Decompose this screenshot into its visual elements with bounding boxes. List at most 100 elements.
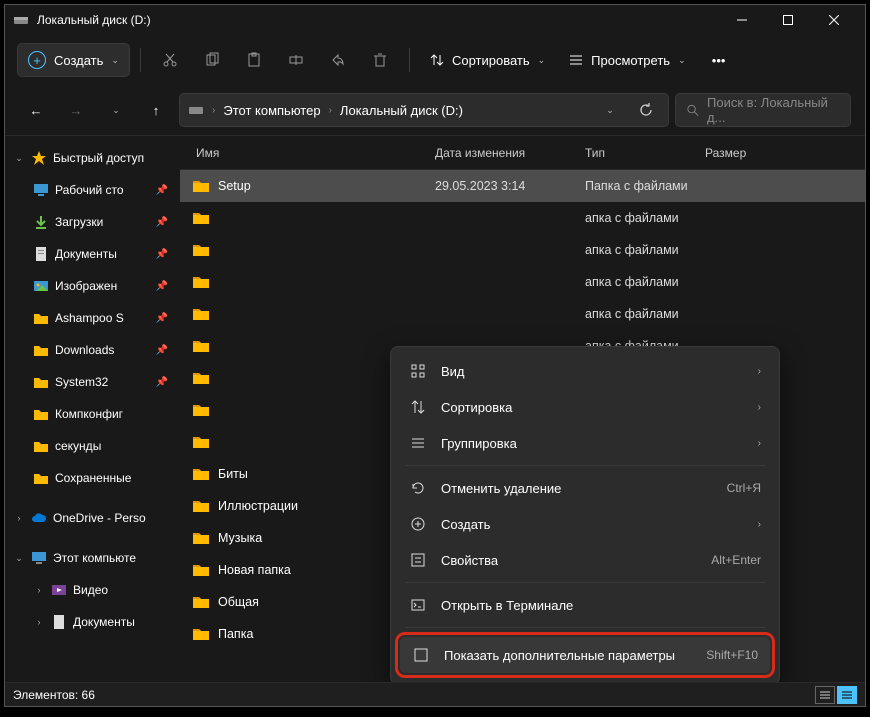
maximize-button[interactable] (765, 5, 811, 35)
share-button[interactable] (319, 43, 357, 77)
sidebar-item-system32[interactable]: System32📌 (7, 366, 178, 398)
view-dropdown[interactable]: Просмотреть ⌄ (559, 43, 695, 77)
column-size[interactable]: Размер (705, 146, 865, 160)
chevron-down-icon: ⌄ (13, 153, 25, 164)
up-button[interactable]: ↑ (139, 93, 173, 127)
table-row[interactable]: Setup29.05.2023 3:14Папка с файлами (180, 170, 865, 202)
paste-button[interactable] (235, 43, 273, 77)
cut-button[interactable] (151, 43, 189, 77)
sidebar-documents2[interactable]: › Документы (7, 606, 178, 638)
address-bar[interactable]: › Этот компьютер › Локальный диск (D:) ⌄ (179, 93, 669, 127)
status-bar: Элементов: 66 (5, 682, 865, 706)
breadcrumb-drive[interactable]: Локальный диск (D:) (340, 103, 463, 118)
sidebar-documents[interactable]: Документы📌 (7, 238, 178, 270)
breadcrumb-pc[interactable]: Этот компьютер (223, 103, 320, 118)
pin-icon: 📌 (156, 281, 168, 292)
pin-icon: 📌 (156, 217, 168, 228)
plus-icon (409, 515, 427, 533)
folder-icon (192, 275, 210, 289)
folder-icon (192, 371, 210, 385)
folder-icon (192, 627, 210, 641)
sidebar-onedrive[interactable]: › OneDrive - Perso (7, 502, 178, 534)
sidebar-item-ashampoo[interactable]: Ashampoo S📌 (7, 302, 178, 334)
back-button[interactable]: ← (19, 93, 53, 127)
ctx-new[interactable]: Создать › (397, 506, 773, 542)
view-details-button[interactable] (815, 686, 835, 704)
folder-icon (33, 406, 49, 422)
sidebar-desktop[interactable]: Рабочий сто📌 (7, 174, 178, 206)
folder-icon (192, 563, 210, 577)
sidebar-pictures[interactable]: Изображен📌 (7, 270, 178, 302)
new-button[interactable]: + Создать ⌄ (17, 43, 130, 77)
column-type[interactable]: Тип (585, 146, 705, 160)
sidebar-quick-access[interactable]: ⌄ Быстрый доступ (7, 142, 178, 174)
copy-button[interactable] (193, 43, 231, 77)
pin-icon: 📌 (156, 345, 168, 356)
folder-icon (192, 211, 210, 225)
sort-dropdown[interactable]: Сортировать ⌄ (420, 43, 555, 77)
sort-icon (409, 398, 427, 416)
ctx-undo[interactable]: Отменить удаление Ctrl+Я (397, 470, 773, 506)
cloud-icon (31, 510, 47, 526)
pin-icon: 📌 (156, 249, 168, 260)
rename-button[interactable] (277, 43, 315, 77)
sort-icon (430, 53, 444, 67)
search-input[interactable]: Поиск в: Локальный д... (675, 93, 851, 127)
pin-icon: 📌 (156, 377, 168, 388)
chevron-right-icon: › (758, 366, 761, 377)
chevron-right-icon: › (33, 585, 45, 595)
sidebar-item-seconds[interactable]: секунды (7, 430, 178, 462)
folder-icon (192, 531, 210, 545)
view-icon (569, 53, 583, 67)
pictures-icon (33, 278, 49, 294)
recent-button[interactable]: ⌄ (99, 93, 133, 127)
more-button[interactable]: ••• (700, 43, 738, 77)
chevron-down-icon: ⌄ (111, 55, 119, 66)
folder-icon (192, 499, 210, 513)
titlebar: Локальный диск (D:) (5, 5, 865, 35)
ctx-terminal[interactable]: Открыть в Терминале (397, 587, 773, 623)
view-large-button[interactable] (837, 686, 857, 704)
sidebar-video[interactable]: › Видео (7, 574, 178, 606)
ctx-sort[interactable]: Сортировка › (397, 389, 773, 425)
table-row[interactable]: апка с файлами (180, 202, 865, 234)
status-count: Элементов: 66 (13, 688, 95, 702)
delete-button[interactable] (361, 43, 399, 77)
chevron-down-icon: ⌄ (678, 55, 686, 66)
folder-icon (192, 435, 210, 449)
column-name[interactable]: Имя (180, 146, 435, 160)
sidebar-downloads[interactable]: Загрузки📌 (7, 206, 178, 238)
star-icon (31, 150, 47, 166)
chevron-right-icon: › (758, 402, 761, 413)
new-label: Создать (54, 53, 103, 68)
refresh-button[interactable] (632, 103, 660, 117)
chevron-right-icon: › (758, 438, 761, 449)
ctx-group[interactable]: Группировка › (397, 425, 773, 461)
properties-icon (409, 551, 427, 569)
folder-icon (33, 374, 49, 390)
table-row[interactable]: апка с файлами (180, 234, 865, 266)
forward-button[interactable]: → (59, 93, 93, 127)
table-row[interactable]: апка с файлами (180, 298, 865, 330)
pin-icon: 📌 (156, 313, 168, 324)
search-icon (686, 103, 699, 117)
table-row[interactable]: апка с файлами (180, 266, 865, 298)
folder-icon (192, 339, 210, 353)
chevron-down-icon: ⌄ (13, 553, 25, 564)
sidebar-item-komp[interactable]: Компконфиг (7, 398, 178, 430)
context-menu: Вид › Сортировка › Группировка › Отменит… (390, 346, 780, 682)
address-history-button[interactable]: ⌄ (596, 105, 624, 116)
ctx-show-more[interactable]: Показать дополнительные параметры Shift+… (400, 637, 770, 673)
sidebar-item-saved[interactable]: Сохраненные (7, 462, 178, 494)
ctx-properties[interactable]: Свойства Alt+Enter (397, 542, 773, 578)
minimize-button[interactable] (719, 5, 765, 35)
column-headers: Имя Дата изменения Тип Размер (180, 136, 865, 170)
folder-icon (192, 403, 210, 417)
explorer-window: Локальный диск (D:) + Создать ⌄ Сортиров… (4, 4, 866, 707)
ctx-view[interactable]: Вид › (397, 353, 773, 389)
column-date[interactable]: Дата изменения (435, 146, 585, 160)
drive-icon (13, 12, 29, 28)
sidebar-item-downloads2[interactable]: Downloads📌 (7, 334, 178, 366)
sidebar-this-pc[interactable]: ⌄ Этот компьюте (7, 542, 178, 574)
close-button[interactable] (811, 5, 857, 35)
